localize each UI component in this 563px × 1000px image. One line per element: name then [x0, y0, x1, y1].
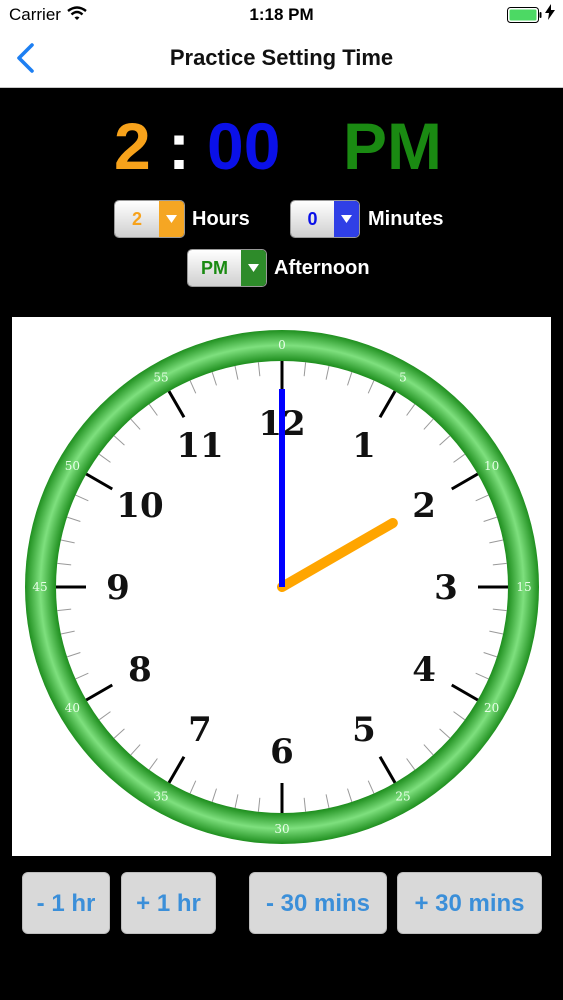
minute-label: 25 [395, 790, 410, 804]
hour-number: 3 [434, 568, 458, 608]
minute-label: 50 [65, 459, 80, 473]
minutes-label: Minutes [368, 208, 444, 230]
minute-label: 0 [278, 338, 286, 352]
hour-number: 10 [116, 486, 163, 526]
hour-number: 1 [352, 426, 376, 466]
hours-dropdown-value: 2 [115, 201, 159, 237]
status-bar: Carrier 1:18 PM [0, 0, 563, 30]
minutes-dropdown-value: 0 [291, 201, 334, 237]
chevron-down-icon [241, 250, 266, 286]
period-label: Afternoon [274, 257, 370, 279]
clock-panel: 0510152025303540455055 121234567891011 [12, 317, 551, 856]
hour-digit: 2 [114, 109, 151, 183]
minute-label: 5 [399, 370, 407, 384]
time-separator: : [168, 109, 190, 183]
plus-30-mins-button[interactable]: + 30 mins [397, 872, 542, 934]
minute-label: 35 [153, 790, 168, 804]
minute-label: 40 [65, 701, 80, 715]
charging-icon [545, 4, 555, 24]
chevron-down-icon [159, 201, 184, 237]
page-title: Practice Setting Time [169, 45, 394, 70]
period-dropdown[interactable]: PM [187, 249, 267, 287]
hour-number: 9 [106, 568, 130, 608]
hour-number: 5 [352, 710, 376, 750]
hour-number: 4 [412, 650, 436, 690]
hour-number: 8 [128, 650, 152, 690]
period-display: PM [343, 109, 442, 183]
minute-label: 55 [153, 370, 168, 384]
period-selector-row: PM Afternoon [0, 249, 563, 289]
status-time: 1:18 PM [249, 5, 314, 24]
chevron-down-icon [334, 201, 359, 237]
minutes-dropdown[interactable]: 0 [290, 200, 360, 238]
hour-number: 6 [270, 732, 294, 772]
period-dropdown-value: PM [188, 250, 241, 286]
minus-1-hour-button[interactable]: - 1 hr [22, 872, 110, 934]
minute-label: 30 [274, 822, 289, 836]
analog-clock[interactable]: 0510152025303540455055 121234567891011 [12, 317, 551, 856]
minute-label: 10 [484, 459, 499, 473]
time-display: 2 : 00 PM [0, 108, 563, 188]
hours-label: Hours [192, 208, 250, 230]
minute-label: 45 [32, 580, 47, 594]
hour-number: 2 [412, 486, 436, 526]
minute-digits: 00 [207, 109, 281, 183]
hour-minute-selectors: 2 Hours 0 Minutes [0, 200, 563, 240]
navigation-bar: Practice Setting Time [0, 30, 563, 88]
hours-dropdown[interactable]: 2 [114, 200, 185, 238]
minute-label: 15 [516, 580, 531, 594]
minute-label: 20 [484, 701, 499, 715]
minus-30-mins-button[interactable]: - 30 mins [249, 872, 387, 934]
hour-number: 7 [188, 710, 212, 750]
plus-1-hour-button[interactable]: + 1 hr [121, 872, 216, 934]
hour-number: 11 [176, 426, 223, 466]
battery-icon [507, 7, 543, 28]
